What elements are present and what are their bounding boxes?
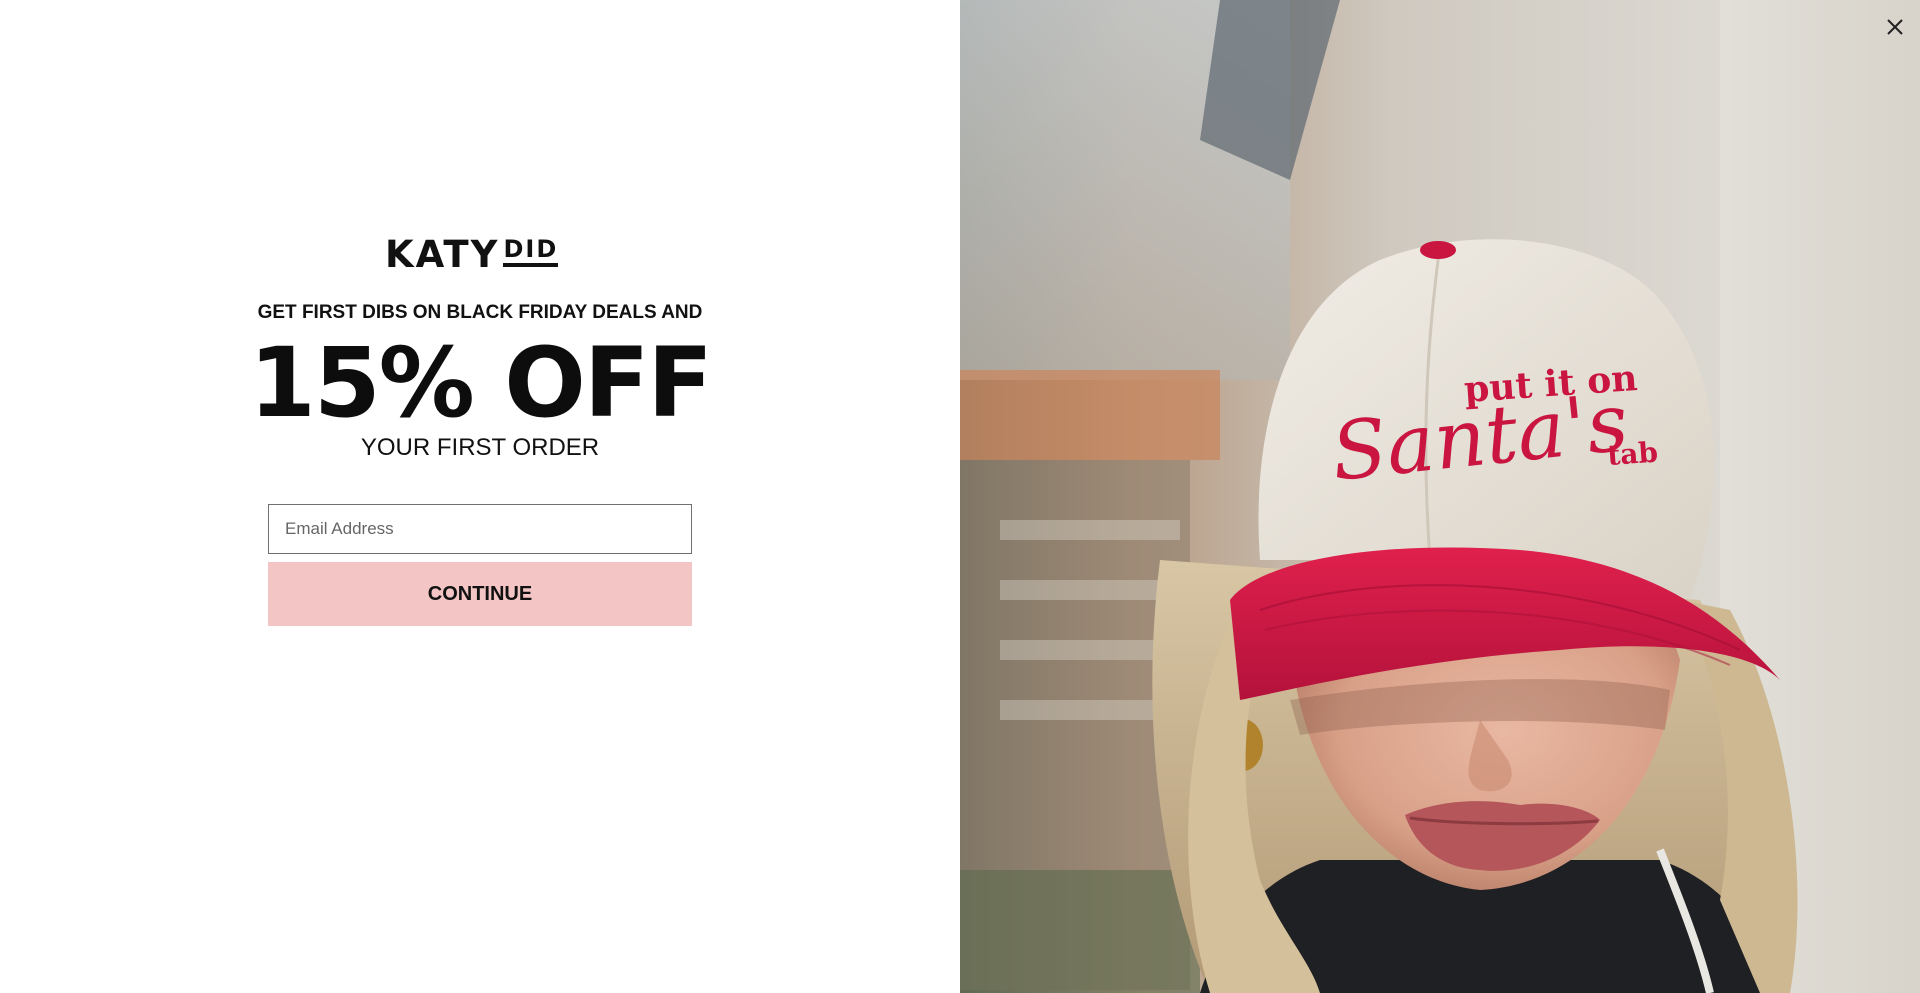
katydid-logo: KATY DID [385,236,575,274]
offer-subline: YOUR FIRST ORDER [360,434,600,461]
offer-eyebrow: GET FIRST DIBS ON BLACK FRIDAY DEALS AND [257,302,703,323]
close-icon [1887,19,1903,35]
logo-text: KATY [385,233,500,276]
email-input[interactable] [268,504,692,554]
logo-subtext: DID [503,237,559,267]
promo-photo: put it on Santa's tab [960,0,1920,993]
signup-form-panel: KATY DID GET FIRST DIBS ON BLACK FRIDAY … [0,0,960,993]
signup-popup: KATY DID GET FIRST DIBS ON BLACK FRIDAY … [0,0,1920,993]
close-button[interactable] [1880,12,1910,42]
cap-text-line3: tab [1606,436,1659,472]
offer-headline: 15% OFF [249,327,713,439]
continue-button[interactable]: CONTINUE [268,562,692,626]
